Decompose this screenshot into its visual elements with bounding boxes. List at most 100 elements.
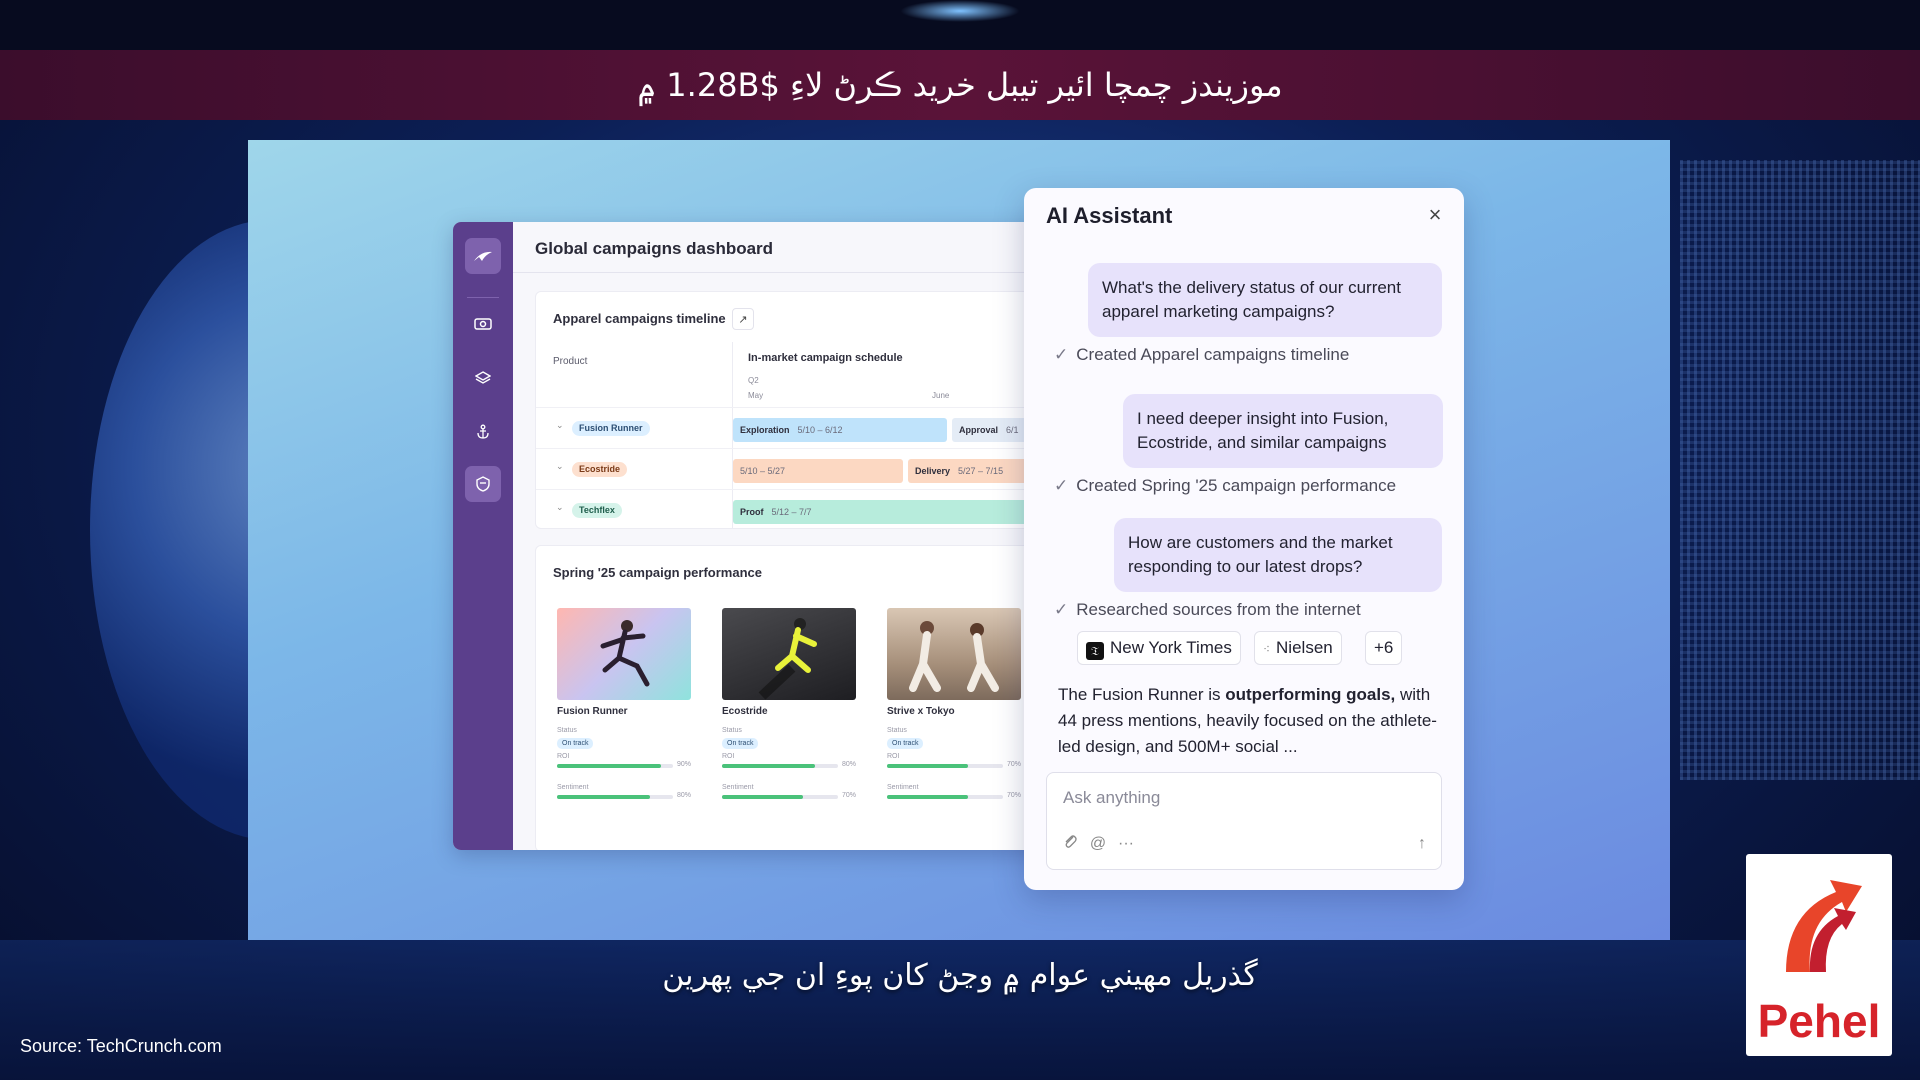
status-label: Status: [557, 727, 577, 734]
status-label: Status: [722, 727, 742, 734]
source-chip-nielsen[interactable]: ⁖ Nielsen: [1254, 631, 1342, 665]
user-message: I need deeper insight into Fusion, Ecost…: [1123, 394, 1443, 468]
shield-icon[interactable]: [465, 466, 501, 502]
studio-light: [900, 0, 1020, 22]
roi-bar: [722, 764, 838, 768]
source-chip-nyt[interactable]: 𝔗 New York Times: [1077, 631, 1241, 665]
user-message: What's the delivery status of our curren…: [1088, 263, 1442, 337]
status-note: ✓ Researched sources from the internet: [1054, 600, 1361, 620]
more-sources-count: +6: [1374, 638, 1394, 657]
row-divider: [536, 407, 1053, 408]
eye-icon[interactable]: [465, 306, 501, 342]
bar-dates: 5/10 – 6/12: [797, 425, 843, 435]
month-label-june: June: [932, 391, 950, 400]
bar-label: Delivery: [915, 466, 951, 476]
product-card-strive-x-tokyo[interactable]: Strive x Tokyo Status On track ROI 70% S…: [883, 604, 1023, 832]
bar-dates: 5/10 – 5/27: [740, 466, 786, 476]
ask-input[interactable]: [1061, 785, 1425, 811]
performance-card: Spring '25 campaign performance Fusion R…: [535, 545, 1053, 850]
timeline-bar-ecostride-1[interactable]: 5/10 – 5/27: [733, 459, 903, 483]
sentiment-label: Sentiment: [887, 784, 919, 791]
mention-icon[interactable]: @: [1087, 833, 1109, 855]
product-tag-ecostride[interactable]: Ecostride: [572, 462, 628, 477]
answer-emphasis: outperforming goals,: [1225, 685, 1396, 704]
layers-icon[interactable]: [465, 360, 501, 396]
bar-dates: 5/27 – 7/15: [958, 466, 1004, 476]
sidebar-divider: [467, 297, 499, 298]
product-name: Fusion Runner: [557, 706, 628, 717]
sentiment-bar-fill: [722, 795, 804, 799]
anchor-icon[interactable]: [465, 414, 501, 450]
bar-dates: 6/1: [1006, 425, 1019, 435]
open-external-icon[interactable]: ↗: [732, 308, 754, 330]
status-note: ✓ Created Spring '25 campaign performance: [1054, 476, 1396, 496]
source-name: Nielsen: [1276, 638, 1333, 657]
product-image: [887, 608, 1021, 700]
answer-text: The Fusion Runner is: [1058, 685, 1226, 704]
chevron-down-icon[interactable]: ⌄: [556, 420, 564, 431]
status-badge: On track: [557, 738, 594, 749]
check-icon: ✓: [1054, 476, 1069, 495]
nielsen-icon: ⁖: [1263, 642, 1271, 656]
headline-banner: موزيندز چمچا ائير تيبل خريد ڪرڻ لاءِ $1.…: [0, 50, 1920, 120]
logo-icon[interactable]: [465, 238, 501, 274]
sentiment-value: 70%: [842, 792, 857, 799]
sentiment-bar-fill: [557, 795, 650, 799]
product-screenshot-slide: Global campaigns dashboard Apparel campa…: [248, 140, 1670, 940]
product-name: Ecostride: [722, 706, 768, 717]
roi-label: ROI: [557, 753, 570, 760]
roi-value: 90%: [677, 761, 692, 768]
user-message: How are customers and the market respond…: [1114, 518, 1442, 592]
more-options-icon[interactable]: ···: [1115, 833, 1137, 855]
timeline-bar-exploration[interactable]: Exploration 5/10 – 6/12: [733, 418, 947, 442]
sentiment-bar: [887, 795, 1003, 799]
logo-mark-icon: [1786, 880, 1862, 972]
bar-label: Proof: [740, 507, 764, 517]
roi-value: 70%: [1007, 761, 1022, 768]
roi-label: ROI: [722, 753, 735, 760]
close-icon[interactable]: ×: [1422, 202, 1448, 228]
status-note-text: Researched sources from the internet: [1076, 600, 1361, 619]
bar-label: Exploration: [740, 425, 790, 435]
product-name: Strive x Tokyo: [887, 706, 955, 717]
headline-text: موزيندز چمچا ائير تيبل خريد ڪرڻ لاءِ $1.…: [637, 66, 1283, 104]
roi-value: 80%: [842, 761, 857, 768]
row-divider: [536, 448, 1053, 449]
campaigns-dashboard: Global campaigns dashboard Apparel campa…: [453, 222, 1053, 850]
source-credit: Source: TechCrunch.com: [20, 1036, 222, 1056]
row-divider: [536, 489, 1053, 490]
paperclip-icon[interactable]: [1059, 833, 1081, 855]
product-card-fusion-runner[interactable]: Fusion Runner Status On track ROI 90% Se…: [553, 604, 693, 832]
product-tag-techflex[interactable]: Techflex: [572, 503, 622, 518]
chevron-down-icon[interactable]: ⌄: [556, 461, 564, 472]
sentiment-bar-fill: [887, 795, 969, 799]
roi-bar: [557, 764, 673, 768]
sentiment-bar: [722, 795, 838, 799]
roi-bar-fill: [557, 764, 662, 768]
timeline-bar-proof[interactable]: Proof 5/12 – 7/7: [733, 500, 1053, 524]
nyt-icon: 𝔗: [1086, 642, 1104, 660]
sentiment-value: 70%: [1007, 792, 1022, 799]
check-icon: ✓: [1054, 345, 1069, 364]
send-arrow-icon[interactable]: ↑: [1411, 833, 1433, 855]
chevron-down-icon[interactable]: ⌄: [556, 502, 564, 513]
assistant-answer: The Fusion Runner is outperforming goals…: [1058, 682, 1438, 760]
background-world-map: [1680, 160, 1920, 780]
status-note-text: Created Spring '25 campaign performance: [1076, 476, 1397, 495]
ai-assistant-panel: AI Assistant × What's the delivery statu…: [1024, 188, 1464, 890]
timeline-card: Apparel campaigns timeline ↗ Product In-…: [535, 291, 1053, 529]
source-chip-more[interactable]: +6: [1365, 631, 1403, 665]
dashboard-title: Global campaigns dashboard: [535, 239, 774, 258]
status-label: Status: [887, 727, 907, 734]
channel-logo: Pehel: [1746, 854, 1892, 1056]
header-divider: [513, 272, 1053, 273]
status-note: ✓ Created Apparel campaigns timeline: [1054, 345, 1349, 365]
timeline-title: Apparel campaigns timeline: [553, 311, 726, 326]
product-card-ecostride[interactable]: Ecostride Status On track ROI 80% Sentim…: [718, 604, 858, 832]
sentiment-label: Sentiment: [722, 784, 754, 791]
schedule-header: In-market campaign schedule: [748, 352, 903, 364]
status-badge: On track: [722, 738, 759, 749]
product-tag-fusion-runner[interactable]: Fusion Runner: [572, 421, 650, 436]
status-note-text: Created Apparel campaigns timeline: [1076, 345, 1350, 364]
month-label-may: May: [748, 391, 764, 400]
